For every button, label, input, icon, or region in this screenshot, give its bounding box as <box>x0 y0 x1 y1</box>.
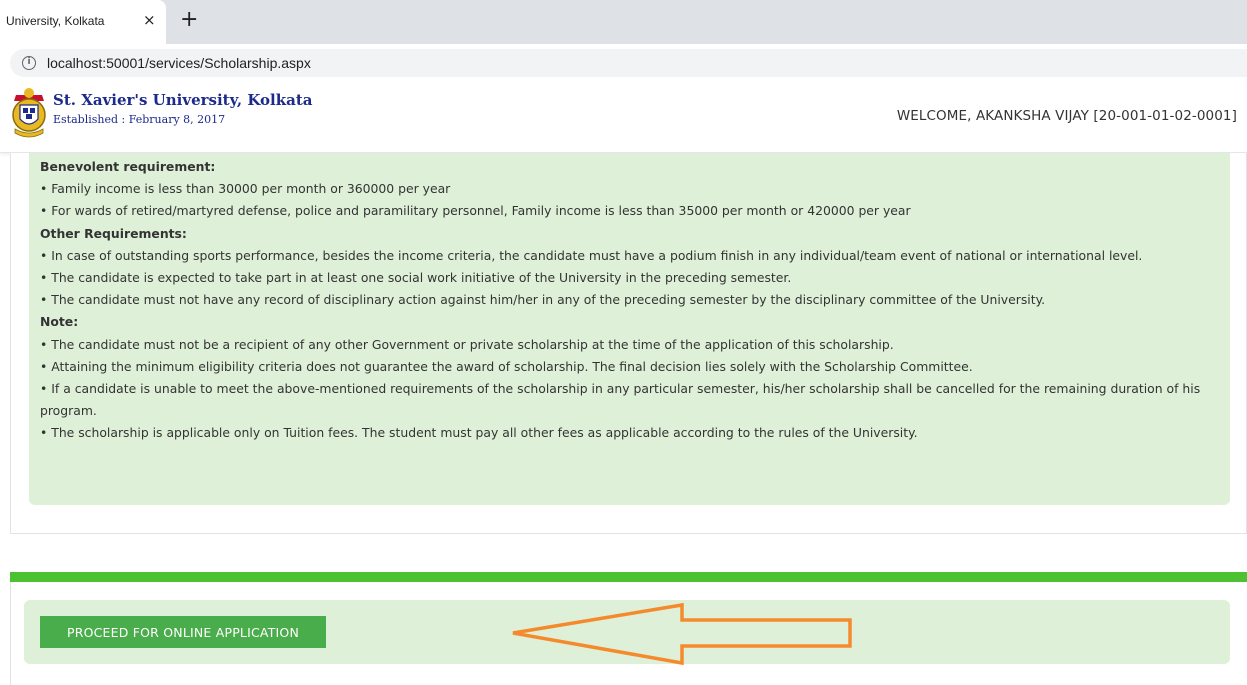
arrow-annotation-icon <box>512 602 852 666</box>
close-tab-icon[interactable]: × <box>143 11 156 29</box>
list-item: • The candidate must not have any record… <box>40 292 1046 308</box>
address-bar: i localhost:50001/services/Scholarship.a… <box>0 44 1247 80</box>
list-item: • The candidate must not be a recipient … <box>40 336 894 352</box>
other-requirements-heading: Other Requirements: <box>40 225 187 241</box>
requirements-box: Benevolent requirement: • Family income … <box>29 153 1230 505</box>
new-tab-icon[interactable]: + <box>180 8 198 32</box>
note-heading: Note: <box>40 314 79 330</box>
list-item: • The candidate is expected to take part… <box>40 270 792 286</box>
site-header: St. Xavier's University, Kolkata Establi… <box>0 82 1247 153</box>
section-divider-bar <box>10 572 1247 582</box>
welcome-user: WELCOME, AKANKSHA VIJAY [20-001-01-02-00… <box>896 108 1237 124</box>
university-name[interactable]: St. Xavier's University, Kolkata <box>53 91 313 109</box>
list-item: • Family income is less than 30000 per m… <box>40 181 451 197</box>
university-logo <box>12 88 46 138</box>
browser-tab-strip: University, Kolkata × + <box>0 0 1247 44</box>
site-info-icon[interactable]: i <box>22 56 36 70</box>
url-text: localhost:50001/services/Scholarship.asp… <box>47 55 311 71</box>
url-field[interactable]: i localhost:50001/services/Scholarship.a… <box>10 49 1247 77</box>
browser-tab[interactable]: University, Kolkata × <box>0 0 166 44</box>
list-item: • For wards of retired/martyred defense,… <box>40 203 911 219</box>
list-item: • Attaining the minimum eligibility crit… <box>40 358 973 374</box>
benevolent-heading: Benevolent requirement: <box>40 159 216 174</box>
tab-title: University, Kolkata <box>6 14 105 28</box>
list-item: • In case of outstanding sports performa… <box>40 247 1143 263</box>
established-date: Established : February 8, 2017 <box>53 113 226 126</box>
list-item: • If a candidate is unable to meet the a… <box>40 381 1201 419</box>
proceed-online-application-button[interactable]: PROCEED FOR ONLINE APPLICATION <box>40 616 326 648</box>
list-item: • The scholarship is applicable only on … <box>40 425 918 441</box>
